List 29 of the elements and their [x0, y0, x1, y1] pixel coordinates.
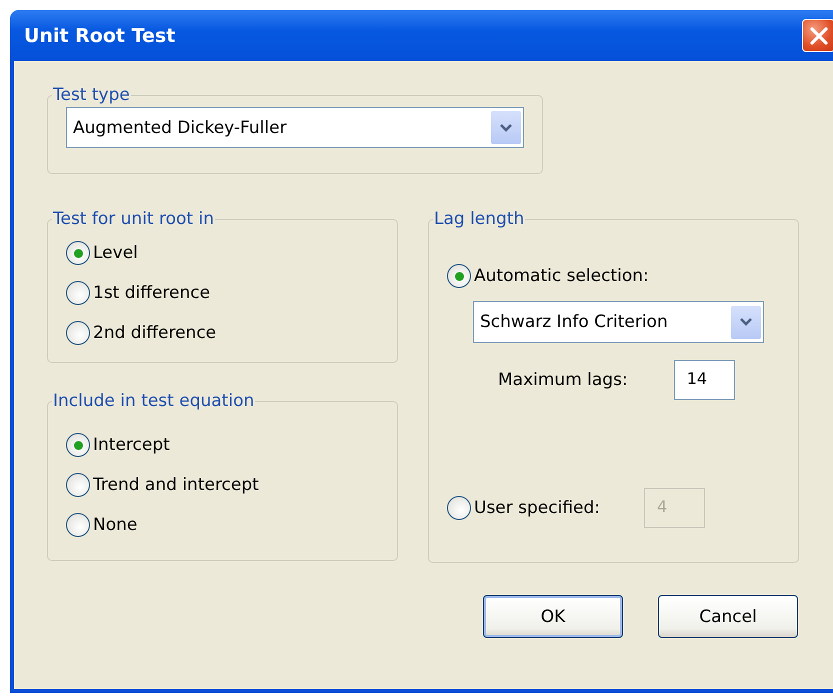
radio-button[interactable] — [66, 473, 90, 497]
dropdown[interactable]: Augmented Dickey-Fuller — [66, 107, 524, 148]
radio-label[interactable]: Intercept — [93, 435, 170, 455]
group-label: Test type — [52, 85, 131, 105]
radio-label[interactable]: Level — [93, 243, 138, 263]
group-label: Test for unit root in — [52, 209, 215, 229]
close-icon — [808, 26, 828, 46]
radio-label[interactable]: Trend and intercept — [93, 475, 259, 495]
radio-button[interactable] — [66, 241, 90, 265]
chevron-down-icon — [739, 317, 753, 327]
radio-label[interactable]: Automatic selection: — [474, 266, 649, 286]
chevron-down-icon — [499, 122, 513, 132]
ok-button[interactable]: OK — [483, 595, 623, 638]
radio-label[interactable]: None — [93, 515, 138, 535]
radio-button[interactable] — [447, 264, 471, 288]
radio-button[interactable] — [66, 433, 90, 457]
cancel-button[interactable]: Cancel — [658, 595, 798, 638]
group-label: Include in test equation — [52, 391, 256, 411]
number-field[interactable]: 14 — [674, 360, 735, 400]
close-button[interactable] — [802, 19, 833, 52]
radio-button[interactable] — [66, 321, 90, 345]
field-label: Maximum lags: — [498, 370, 628, 390]
radio-label[interactable]: 1st difference — [93, 283, 210, 303]
radio-button[interactable] — [66, 281, 90, 305]
dropdown[interactable]: Schwarz Info Criterion — [473, 301, 764, 343]
radio-label[interactable]: 2nd difference — [93, 323, 216, 343]
window-title: Unit Root Test — [24, 24, 176, 46]
radio-button[interactable] — [66, 513, 90, 537]
group-label: Lag length — [433, 209, 526, 229]
